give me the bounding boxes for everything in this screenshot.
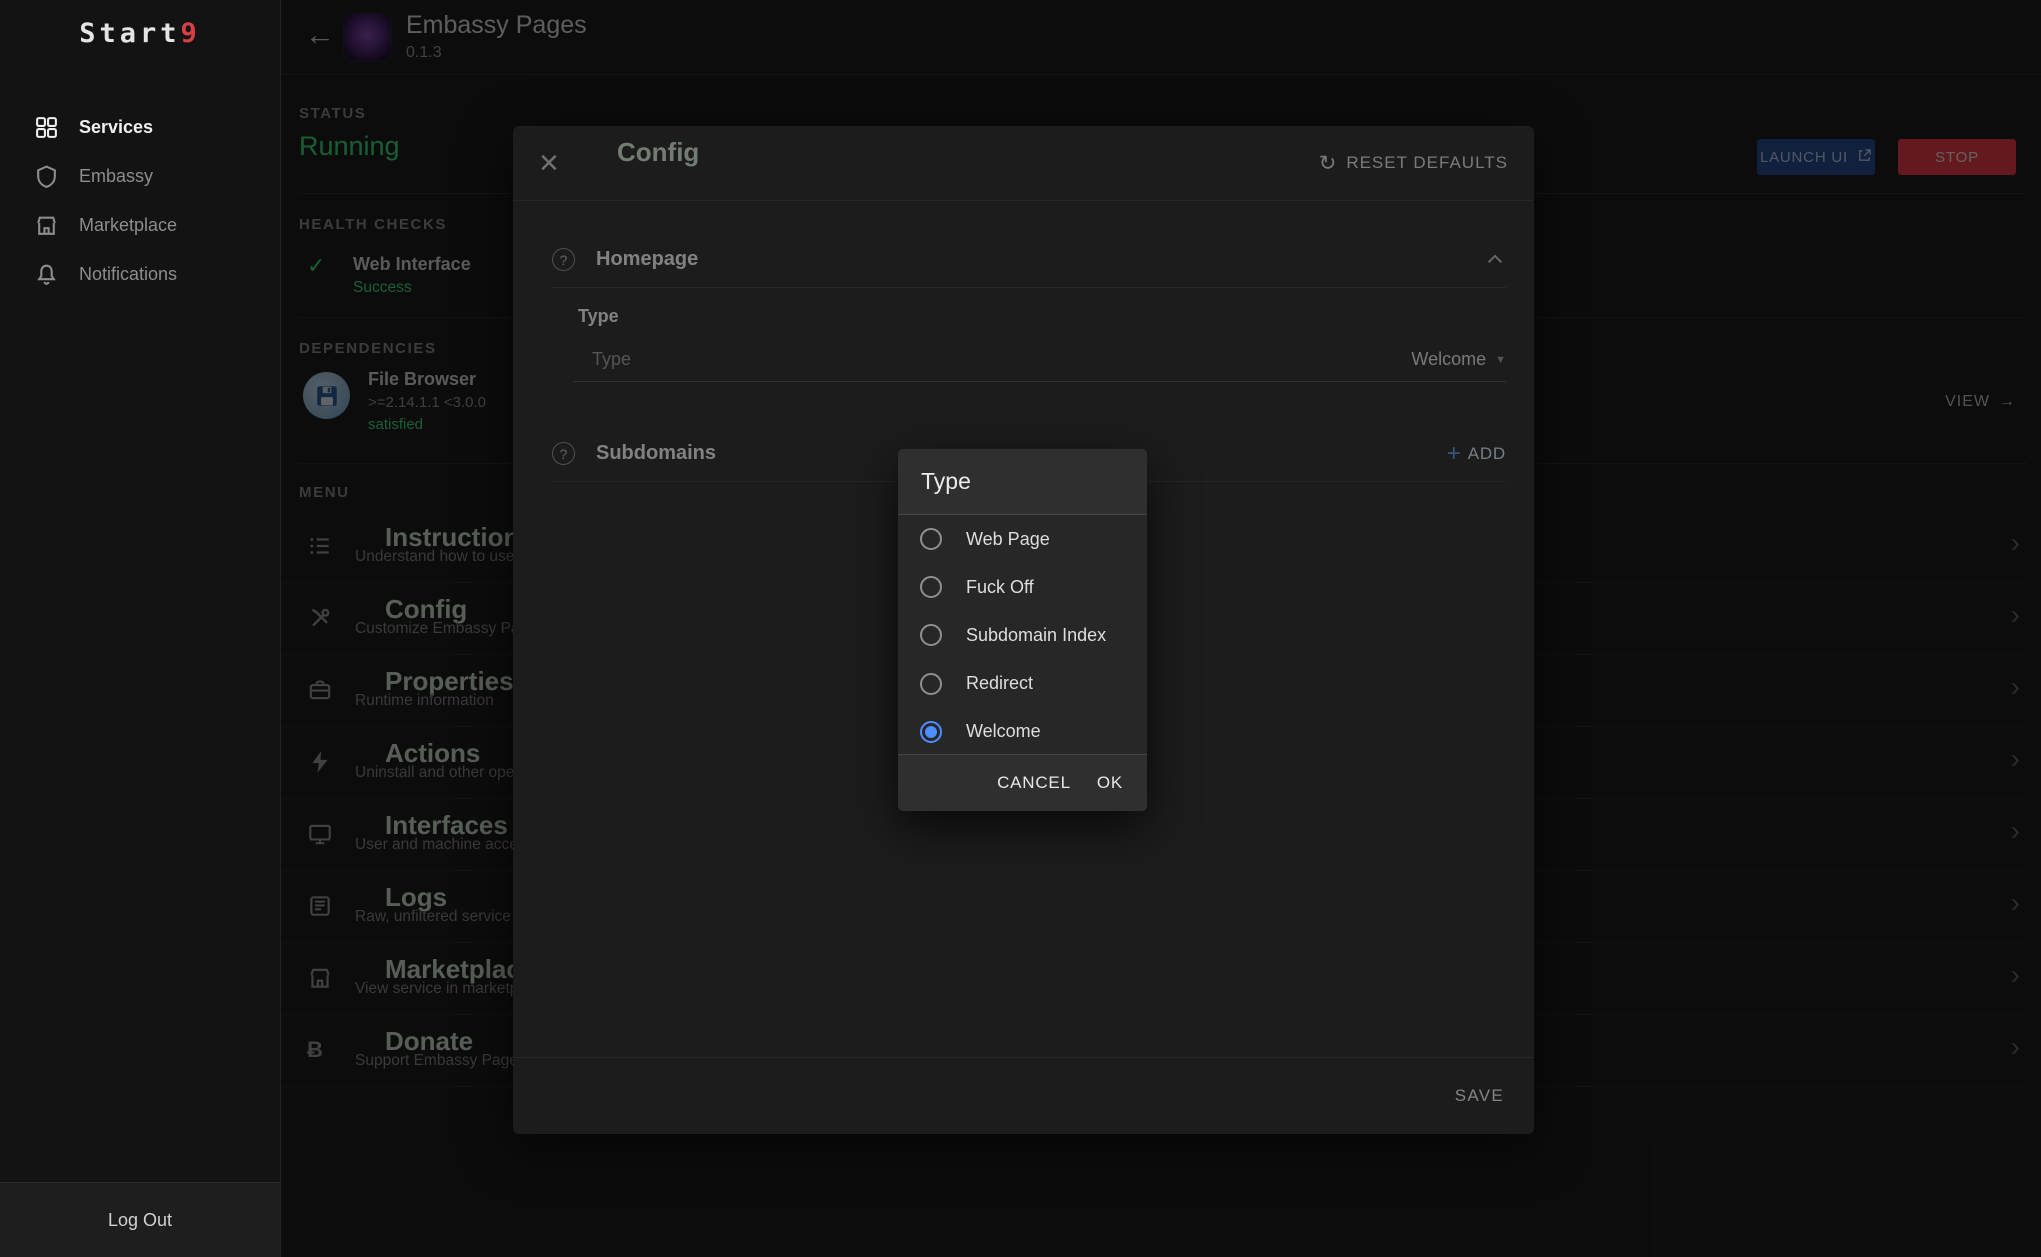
sidebar-item-label: Embassy xyxy=(79,166,153,187)
radio-option-web-page[interactable]: Web Page xyxy=(898,515,1147,563)
sidebar-item-label: Marketplace xyxy=(79,215,177,236)
radio-option-label: Subdomain Index xyxy=(966,625,1106,646)
radio-icon[interactable] xyxy=(920,576,942,598)
type-dialog: Type Web Page Fuck Off Subdomain Index R… xyxy=(898,449,1147,811)
bell-icon xyxy=(34,262,59,287)
logout-label: Log Out xyxy=(108,1210,172,1231)
sidebar: Start9 Services Embassy Marketplace xyxy=(0,0,281,1257)
cancel-button[interactable]: CANCEL xyxy=(997,773,1071,793)
sidebar-item-notifications[interactable]: Notifications xyxy=(0,250,280,299)
radio-icon[interactable] xyxy=(920,528,942,550)
sidebar-item-label: Services xyxy=(79,117,153,138)
radio-option-label: Fuck Off xyxy=(966,577,1034,598)
logout-button[interactable]: Log Out xyxy=(0,1182,280,1257)
sidebar-nav: Services Embassy Marketplace Notificatio… xyxy=(0,103,280,299)
radio-icon-selected[interactable] xyxy=(920,721,942,743)
storefront-icon xyxy=(34,213,59,238)
shield-icon xyxy=(34,164,59,189)
start9-logo: Start9 xyxy=(0,18,280,49)
type-radio-group: Web Page Fuck Off Subdomain Index Redire… xyxy=(898,514,1147,755)
radio-icon[interactable] xyxy=(920,673,942,695)
logo-text: Start xyxy=(79,18,180,49)
sidebar-item-marketplace[interactable]: Marketplace xyxy=(0,201,280,250)
dialog-backdrop[interactable] xyxy=(281,0,2041,1257)
ok-button[interactable]: OK xyxy=(1097,773,1123,793)
radio-icon[interactable] xyxy=(920,624,942,646)
radio-option-fuck-off[interactable]: Fuck Off xyxy=(898,563,1147,611)
type-dialog-title: Type xyxy=(898,449,1147,514)
screen: Start9 Services Embassy Marketplace xyxy=(0,0,2041,1257)
sidebar-item-label: Notifications xyxy=(79,264,177,285)
grid-icon xyxy=(34,115,59,140)
radio-option-label: Web Page xyxy=(966,529,1050,550)
logo-nine: 9 xyxy=(181,18,201,49)
radio-option-redirect[interactable]: Redirect xyxy=(898,660,1147,708)
radio-option-label: Welcome xyxy=(966,721,1041,742)
radio-option-welcome[interactable]: Welcome xyxy=(898,708,1147,756)
sidebar-item-services[interactable]: Services xyxy=(0,103,280,152)
type-dialog-actions: CANCEL OK xyxy=(898,755,1147,811)
sidebar-item-embassy[interactable]: Embassy xyxy=(0,152,280,201)
radio-option-label: Redirect xyxy=(966,673,1033,694)
radio-option-subdomain-index[interactable]: Subdomain Index xyxy=(898,611,1147,659)
